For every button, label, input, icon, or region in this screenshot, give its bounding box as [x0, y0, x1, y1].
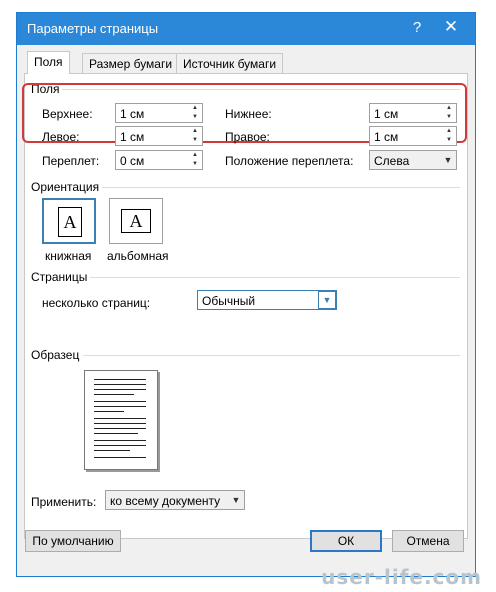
portrait-option[interactable]: A — [42, 198, 96, 244]
preview-line — [94, 423, 146, 424]
close-icon[interactable]: ✕ — [441, 17, 461, 37]
gutter-field[interactable]: 0 см ▲ ▼ — [115, 150, 203, 170]
pages-group-label: Страницы — [31, 270, 88, 284]
cancel-button[interactable]: Отмена — [392, 530, 464, 552]
spin-arrows-icon[interactable]: ▲ ▼ — [442, 127, 456, 145]
preview-line — [94, 457, 146, 458]
preview-line — [94, 406, 146, 407]
right-margin-field[interactable]: 1 см ▲ ▼ — [369, 126, 457, 146]
right-margin-label: Правое: — [225, 130, 270, 144]
preview-line — [94, 445, 146, 446]
tab-paper-source[interactable]: Источник бумаги — [176, 53, 284, 73]
portrait-page-icon: A — [58, 207, 82, 237]
landscape-page-icon: A — [121, 209, 151, 233]
bottom-margin-field[interactable]: 1 см ▲ ▼ — [369, 103, 457, 123]
top-margin-label: Верхнее: — [42, 107, 93, 121]
chevron-down-icon: ▼ — [443, 155, 453, 165]
spin-arrows-icon[interactable]: ▲ ▼ — [442, 104, 456, 122]
preview-line — [94, 401, 146, 402]
title-bar[interactable]: Параметры страницы ? ✕ — [17, 13, 475, 45]
bottom-margin-label: Нижнее: — [225, 107, 272, 121]
preview-line — [94, 433, 138, 434]
chevron-down-icon: ▼ — [318, 291, 336, 309]
spin-arrows-icon[interactable]: ▲ ▼ — [188, 104, 202, 122]
set-default-button[interactable]: По умолчанию — [25, 530, 121, 552]
preview-line — [94, 379, 146, 380]
landscape-option[interactable]: A — [109, 198, 163, 244]
orientation-divider — [102, 187, 460, 188]
tab-margins[interactable]: Поля — [27, 51, 70, 74]
preview-line — [94, 450, 130, 451]
preview-line — [94, 411, 124, 412]
gutter-label: Переплет: — [42, 154, 100, 168]
gutter-position-label: Положение переплета: — [225, 154, 354, 168]
multiple-pages-select[interactable]: Обычный ▼ — [197, 290, 337, 310]
preview-line — [94, 389, 146, 390]
preview-group-label: Образец — [31, 348, 80, 362]
apply-to-select[interactable]: ко всему документу ▼ — [105, 490, 245, 510]
dialog-title: Параметры страницы — [27, 21, 159, 36]
top-margin-field[interactable]: 1 см ▲ ▼ — [115, 103, 203, 123]
left-margin-field[interactable]: 1 см ▲ ▼ — [115, 126, 203, 146]
tab-paper-size[interactable]: Размер бумаги — [82, 53, 180, 73]
watermark-logo: user-life.com — [321, 565, 482, 589]
apply-label: Применить: — [31, 495, 97, 509]
spin-arrows-icon[interactable]: ▲ ▼ — [188, 127, 202, 145]
preview-line — [94, 428, 146, 429]
spin-arrows-icon[interactable]: ▲ ▼ — [188, 151, 202, 169]
preview-page — [84, 370, 158, 470]
multiple-pages-label: несколько страниц: — [42, 296, 151, 310]
preview-line — [94, 384, 146, 385]
preview-line — [94, 440, 146, 441]
preview-line — [94, 418, 146, 419]
ok-button[interactable]: ОК — [310, 530, 382, 552]
portrait-label[interactable]: книжная — [45, 249, 91, 263]
chevron-down-icon: ▼ — [231, 495, 241, 505]
pages-divider — [90, 277, 460, 278]
help-icon[interactable]: ? — [407, 19, 427, 36]
gutter-position-select[interactable]: Слева ▼ — [369, 150, 457, 170]
preview-divider — [83, 355, 460, 356]
orientation-group-label: Ориентация — [31, 180, 100, 194]
landscape-label[interactable]: альбомная — [107, 249, 169, 263]
preview-line — [94, 394, 134, 395]
left-margin-label: Левое: — [42, 130, 80, 144]
